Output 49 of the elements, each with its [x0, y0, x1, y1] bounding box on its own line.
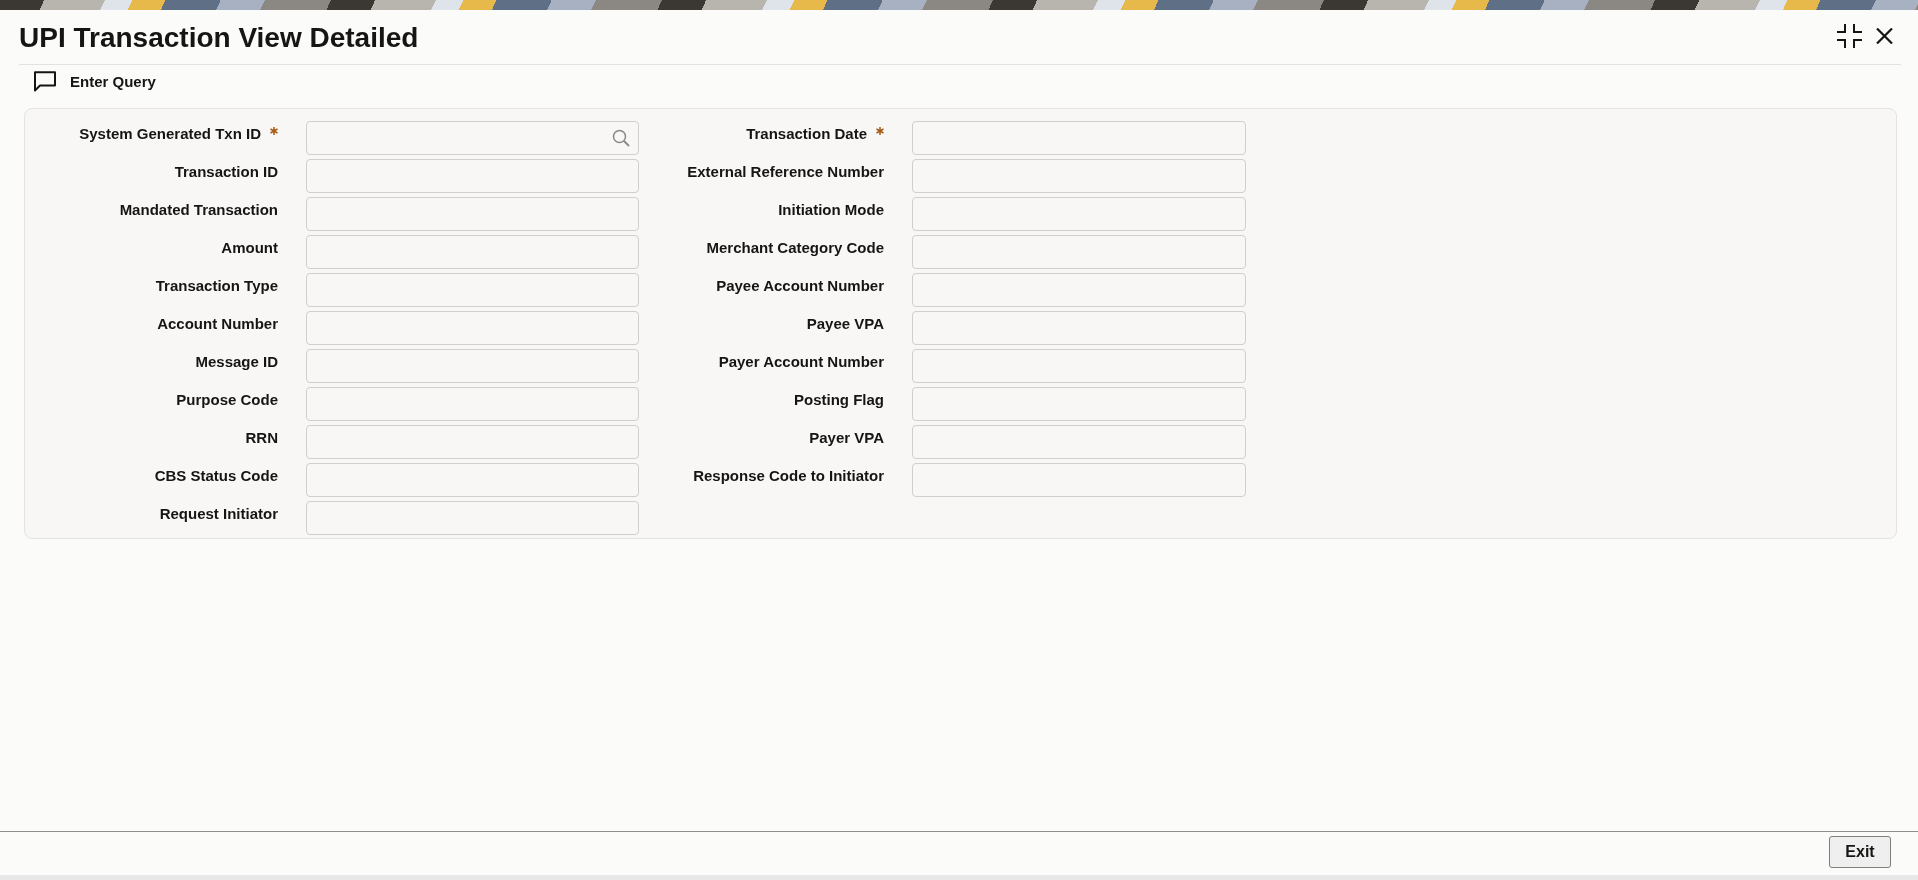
input-field[interactable] [912, 349, 1246, 383]
input-field[interactable] [306, 349, 639, 383]
field-label: Merchant Category Code [706, 238, 884, 258]
search-icon[interactable] [612, 129, 630, 147]
field-label: System Generated Txn ID [79, 124, 261, 144]
field-label: Payer VPA [809, 428, 884, 448]
input-field[interactable] [912, 235, 1246, 269]
input-field[interactable] [306, 387, 639, 421]
input-field[interactable] [306, 463, 639, 497]
field-label: Transaction ID [174, 162, 278, 182]
field-label: Transaction Type [155, 276, 278, 296]
field-label: Payee VPA [806, 314, 884, 334]
field-label: Payer Account Number [718, 352, 884, 372]
input-field[interactable] [912, 121, 1246, 155]
collapse-icon[interactable] [1836, 23, 1863, 49]
field-label: Request Initiator [159, 504, 278, 524]
input-field[interactable] [912, 425, 1246, 459]
input-field[interactable] [912, 463, 1246, 497]
field-label: Amount [221, 238, 278, 258]
input-field[interactable] [912, 387, 1246, 421]
enter-query-button[interactable]: Enter Query [33, 71, 156, 92]
field-label: Payee Account Number [716, 276, 884, 296]
field-label: CBS Status Code [154, 466, 278, 486]
field-label: Message ID [195, 352, 278, 372]
field-label: Purpose Code [176, 390, 278, 410]
input-field[interactable] [306, 235, 639, 269]
field-label: Transaction Date [746, 124, 867, 144]
input-field[interactable] [306, 311, 639, 345]
field-label: Posting Flag [794, 390, 884, 410]
speech-bubble-icon [33, 71, 57, 92]
exit-button[interactable]: Exit [1829, 836, 1891, 868]
input-field[interactable] [306, 425, 639, 459]
close-icon[interactable] [1876, 28, 1893, 44]
field-label: Initiation Mode [778, 200, 884, 220]
input-field[interactable] [912, 197, 1246, 231]
field-label: RRN [245, 428, 278, 448]
input-field[interactable] [912, 273, 1246, 307]
input-field[interactable] [306, 159, 639, 193]
input-field[interactable] [306, 121, 639, 155]
input-field[interactable] [306, 273, 639, 307]
input-field[interactable] [912, 311, 1246, 345]
input-field[interactable] [912, 159, 1246, 193]
field-label: Response Code to Initiator [693, 466, 884, 486]
field-label: Account Number [157, 314, 278, 334]
window-title: UPI Transaction View Detailed [19, 21, 419, 55]
field-label: Mandated Transaction [119, 200, 278, 220]
input-field[interactable] [306, 197, 639, 231]
input-field[interactable] [306, 501, 639, 535]
field-label: External Reference Number [687, 162, 884, 182]
